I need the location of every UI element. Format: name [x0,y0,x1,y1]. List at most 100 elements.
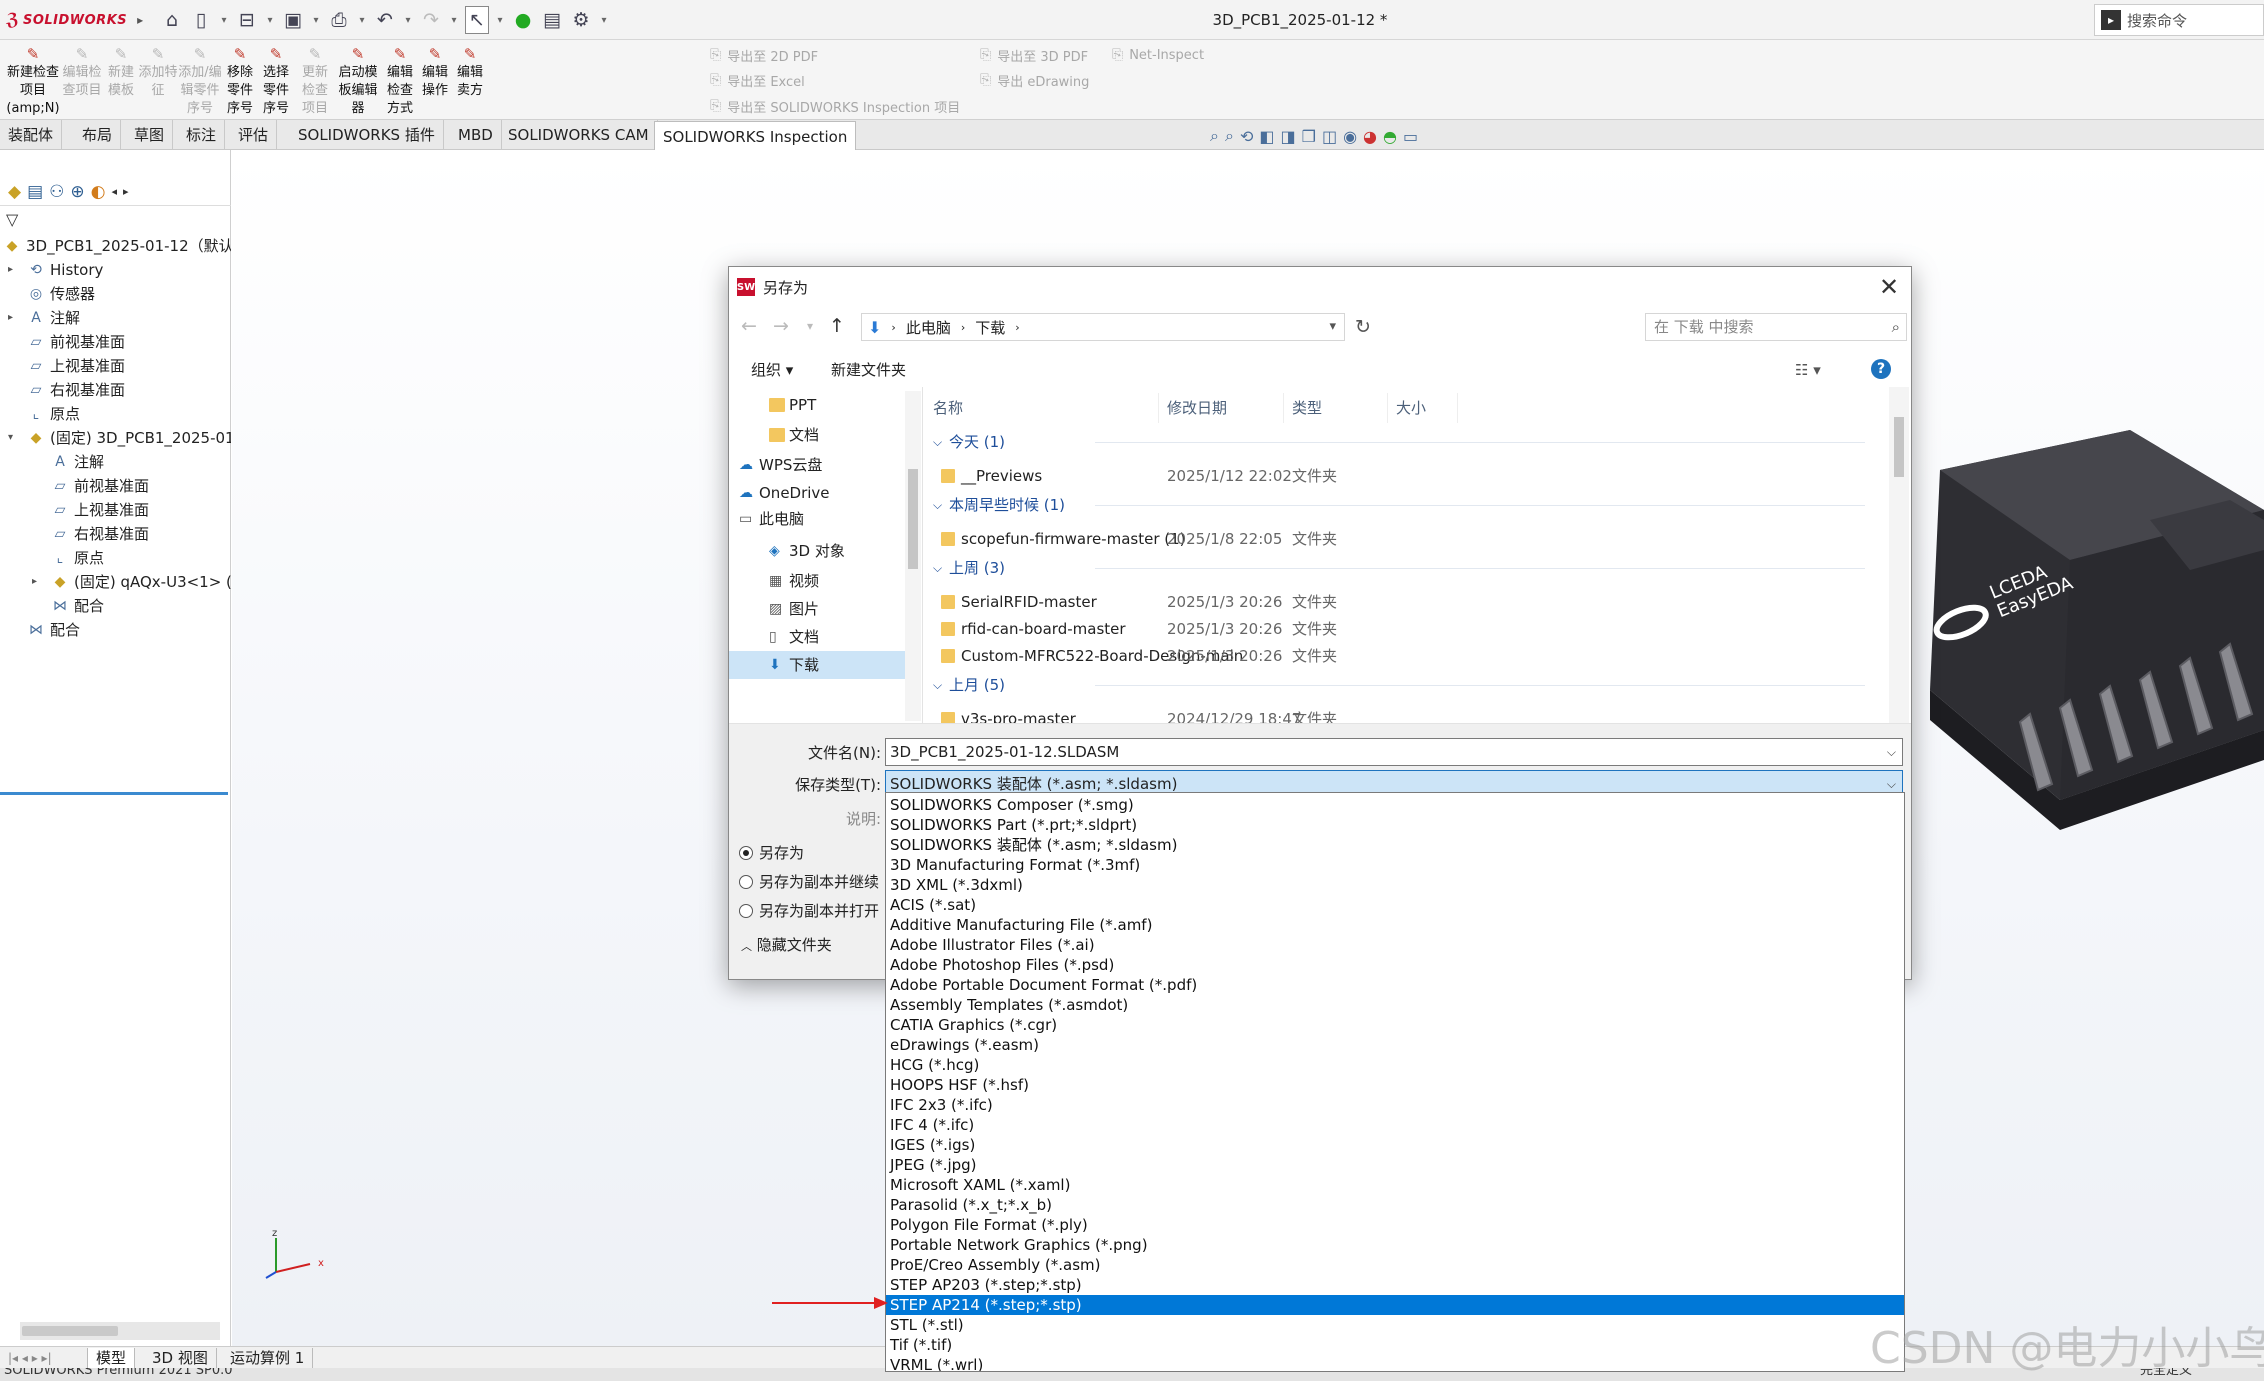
filetype-option[interactable]: JPEG (*.jpg) [886,1155,1904,1175]
tabs-scroll-left-icon[interactable]: ◂ [111,185,117,198]
tree-item[interactable]: A 注解 [0,450,231,474]
file-properties-icon[interactable]: ▤ [540,6,564,34]
previous-view-icon[interactable]: ⟲ [1240,127,1253,146]
select-cursor-icon[interactable]: ↖ [465,6,489,34]
back-arrow-icon[interactable]: ← [741,315,757,337]
tree-expander-icon[interactable]: ▾ [8,426,13,450]
tab-5[interactable]: SOLIDWORKS 插件 [290,120,444,150]
filetype-option[interactable]: Tif (*.tif) [886,1335,1904,1355]
filetype-option[interactable]: SOLIDWORKS Part (*.prt;*.sldprt) [886,815,1904,835]
radio-save-as[interactable]: 另存为 [739,842,804,863]
tree-expander-icon[interactable]: ▸ [8,306,13,330]
redo-dropdown-icon[interactable]: ▾ [448,15,460,26]
column-type[interactable]: 类型 [1284,393,1388,423]
tab-3d-views[interactable]: 3D 视图 [144,1348,217,1368]
tab-8[interactable]: SOLIDWORKS Inspection [654,121,857,151]
radio-save-copy-continue[interactable]: 另存为副本并继续 [739,871,879,892]
ribbon-button-9[interactable]: ✎ 编辑检查方式 [382,46,418,118]
group-collapse-icon[interactable]: ⌵ [933,672,942,698]
select-dropdown-icon[interactable]: ▾ [494,15,506,26]
nav-item[interactable]: ☁ WPS云盘 [729,451,905,479]
address-bar[interactable]: ⬇ › 此电脑 › 下载 › ▾ [861,313,1345,341]
section-view-icon[interactable]: ◧ [1259,127,1274,146]
search-commands-box[interactable]: ▸ 搜索命令 [2094,4,2264,36]
filetype-option[interactable]: eDrawings (*.easm) [886,1035,1904,1055]
filetype-option[interactable]: IGES (*.igs) [886,1135,1904,1155]
tree-item[interactable]: ▱ 上视基准面 [0,354,231,378]
filetype-option[interactable]: Additive Manufacturing File (*.amf) [886,915,1904,935]
new-folder-button[interactable]: 新建文件夹 [831,359,906,380]
view-settings-icon[interactable]: ▭ [1403,127,1418,146]
tab-1[interactable]: 布局 [74,120,122,150]
options-dropdown-icon[interactable]: ▾ [598,15,610,26]
undo-icon[interactable]: ↶ [373,6,397,34]
breadcrumb-downloads[interactable]: 下载 [975,317,1005,338]
filetype-option[interactable]: 3D XML (*.3dxml) [886,875,1904,895]
nav-item[interactable]: ▦ 视频 [729,567,905,595]
ribbon-button-6[interactable]: ✎ 选择零件序号 [258,46,294,118]
file-row[interactable]: rfid-can-board-master 2025/1/3 20:26 文件夹 [925,616,1871,642]
group-collapse-icon[interactable]: ⌵ [933,492,942,518]
tab-4[interactable]: 评估 [230,120,278,150]
tree-scroll-thumb[interactable] [22,1326,118,1336]
export-inspection-project-button[interactable]: ⎘ 导出至 SOLIDWORKS Inspection 项目 [710,95,960,117]
ribbon-button-5[interactable]: ✎ 移除零件序号 [222,46,258,118]
group-collapse-icon[interactable]: ⌵ [933,429,942,455]
tab-scroll-arrows[interactable]: |◂ ◂ ▸ ▸| [0,1348,88,1368]
ribbon-button-8[interactable]: ✎ 启动模板编辑器 [334,46,382,118]
tree-item[interactable]: ▸ ⟲ History [0,258,231,282]
filetype-option[interactable]: Adobe Illustrator Files (*.ai) [886,935,1904,955]
filetype-option[interactable]: VRML (*.wrl) [886,1355,1904,1371]
nav-item[interactable]: PPT [729,391,905,419]
filetype-option[interactable]: SOLIDWORKS 装配体 (*.asm; *.sldasm) [886,835,1904,855]
tab-2[interactable]: 草图 [126,120,174,150]
tree-item[interactable]: ⌞ 原点 [0,546,231,570]
tree-item[interactable]: ▱ 前视基准面 [0,330,231,354]
tree-item[interactable]: ⋈ 配合 [0,618,231,642]
tree-item[interactable]: ⌞ 原点 [0,402,231,426]
tab-6[interactable]: MBD [450,120,502,150]
file-list-scrollbar[interactable] [1889,387,1909,723]
export-2d-pdf-button[interactable]: ⎘ 导出至 2D PDF [710,44,818,66]
nav-item[interactable]: ⬇ 下载 [729,651,905,679]
tree-divider[interactable] [0,792,228,795]
ribbon-button-1[interactable]: ✎ 编辑检查项目 [62,46,102,100]
filetype-option[interactable]: CATIA Graphics (*.cgr) [886,1015,1904,1035]
open-dropdown-icon[interactable]: ▾ [264,15,276,26]
ribbon-button-2[interactable]: ✎ 新建模板 [104,46,138,100]
filetype-option[interactable]: 3D Manufacturing Format (*.3mf) [886,855,1904,875]
tab-motion-study[interactable]: 运动算例 1 [222,1348,314,1368]
dimxpert-tab-icon[interactable]: ⊕ [70,182,84,202]
tree-item[interactable]: ▱ 右视基准面 [0,378,231,402]
dynamic-annotation-icon[interactable]: ◨ [1280,127,1295,146]
column-size[interactable]: 大小 [1388,393,1458,423]
feature-manager-tab-icon[interactable]: ◆ [8,182,21,202]
filetype-option[interactable]: IFC 2x3 (*.ifc) [886,1095,1904,1115]
tab-7[interactable]: SOLIDWORKS CAM [500,120,658,150]
breadcrumb-this-pc[interactable]: 此电脑 [906,317,951,338]
file-group-header[interactable]: ⌵ 上周 (3) [925,555,1871,581]
column-name[interactable]: 名称 [925,393,1159,423]
filetype-option[interactable]: Adobe Portable Document Format (*.pdf) [886,975,1904,995]
options-gear-icon[interactable]: ⚙ [569,6,593,34]
hide-folders-toggle[interactable]: ︿ 隐藏文件夹 [741,934,832,955]
view-options-icon[interactable]: ☷ ▾ [1795,361,1821,379]
print-dropdown-icon[interactable]: ▾ [356,15,368,26]
file-row[interactable]: v3s-pro-master 2024/12/29 18:47 文件夹 [925,706,1871,723]
dialog-close-button[interactable]: ✕ [1869,269,1909,305]
nav-pane-scrollbar[interactable] [905,391,921,721]
filetype-option[interactable]: ACIS (*.sat) [886,895,1904,915]
up-arrow-icon[interactable]: ↑ [829,315,845,337]
tab-3[interactable]: 标注 [178,120,226,150]
new-dropdown-icon[interactable]: ▾ [218,15,230,26]
display-manager-tab-icon[interactable]: ◐ [91,182,106,202]
redo-icon[interactable]: ↷ [419,6,443,34]
tree-root[interactable]: ◆ 3D_PCB1_2025-01-12（默认... [0,234,231,258]
filetype-option[interactable]: Portable Network Graphics (*.png) [886,1235,1904,1255]
ribbon-button-7[interactable]: ✎ 更新检查项目 [296,46,334,118]
tree-item[interactable]: ◎ 传感器 [0,282,231,306]
ribbon-button-3[interactable]: ✎ 添加特征 [138,46,178,100]
edit-appearance-icon[interactable]: ◕ [1363,127,1377,146]
tree-item[interactable]: ▱ 右视基准面 [0,522,231,546]
column-date[interactable]: 修改日期 [1159,393,1284,423]
